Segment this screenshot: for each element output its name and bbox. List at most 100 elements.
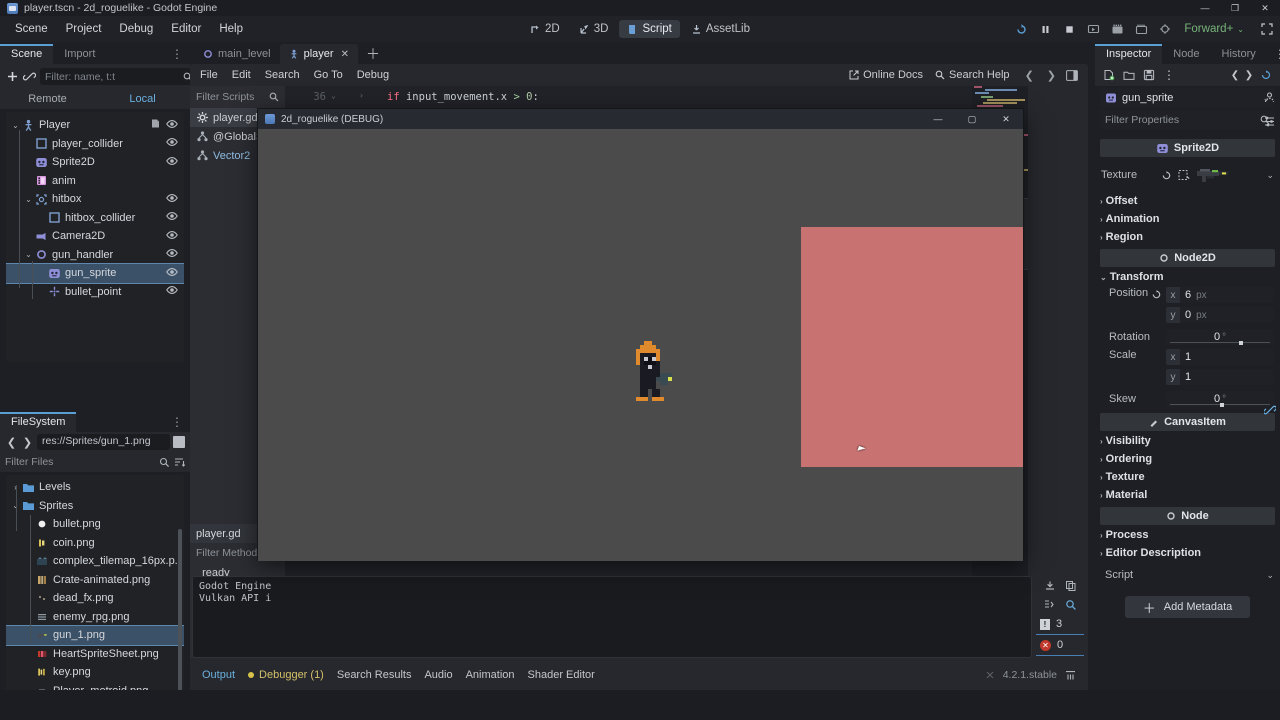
inspector-rotation-row[interactable]: Rotation 0 °	[1095, 326, 1280, 348]
inspector-scale-row[interactable]: Scale x 1 y 1	[1095, 348, 1280, 388]
messages-count[interactable]: ! 3	[1036, 614, 1084, 635]
group-caret-icon[interactable]: ›	[1100, 455, 1103, 464]
collapse-icon[interactable]	[1041, 596, 1059, 614]
scale-y-field[interactable]: y1	[1166, 369, 1274, 385]
filesystem-item-coin-png[interactable]: coin.png	[6, 534, 184, 553]
fs-path-field[interactable]: res://Sprites/gun_1.png	[37, 434, 170, 450]
scene-filter-box[interactable]	[40, 68, 198, 85]
visibility-toggle-icon[interactable]	[166, 192, 178, 207]
bottom-tab-debugger[interactable]: Debugger (1)	[248, 669, 324, 681]
renderer-selector[interactable]: Forward+ ⌄	[1178, 21, 1250, 37]
scene-tree-item-anim[interactable]: anim	[6, 172, 184, 191]
fs-filter-input[interactable]: Filter Files	[5, 456, 155, 468]
layout-editor-icon[interactable]	[1256, 18, 1278, 40]
fs-forward-button[interactable]: ❯	[21, 433, 34, 451]
scene-tab-player[interactable]: player ✕	[279, 44, 358, 64]
inspector-group-offset[interactable]: › Offset	[1095, 192, 1280, 210]
sort-icon[interactable]	[174, 457, 185, 468]
tab-import[interactable]: Import	[53, 44, 106, 64]
filesystem-item-gun-1-png[interactable]: gun_1.png	[6, 625, 184, 646]
online-docs-button[interactable]: Online Docs	[849, 69, 923, 81]
history-forward-icon[interactable]: ❯	[1243, 66, 1255, 84]
inspector-group-process[interactable]: › Process	[1095, 526, 1280, 544]
tree-expand-arrow[interactable]: ⌄	[10, 121, 21, 130]
group-caret-icon[interactable]: ›	[1100, 215, 1103, 224]
group-caret-icon[interactable]: ›	[1100, 549, 1103, 558]
run-specific-scene-icon[interactable]	[1130, 18, 1152, 40]
menu-project[interactable]: Project	[57, 20, 111, 38]
position-y-field[interactable]: y 0 px	[1166, 307, 1274, 323]
instance-scene-icon[interactable]	[23, 68, 36, 86]
skew-slider[interactable]: 0 °	[1166, 391, 1274, 407]
scene-tree[interactable]: ⌄ Player player_collider Sprite2D anim ⌄ hitbo…	[6, 112, 184, 362]
filesystem-item-heartspritesheet-png[interactable]: HeartSpriteSheet.png	[6, 645, 184, 664]
window-close-button[interactable]: ✕	[1250, 0, 1280, 16]
fs-split-mode-icon[interactable]	[173, 436, 185, 448]
scene-tree-item-camera2d[interactable]: Camera2D	[6, 227, 184, 246]
inspector-object-selector[interactable]: gun_sprite ⌄	[1100, 88, 1275, 108]
tab-inspector[interactable]: Inspector	[1095, 44, 1163, 64]
tab-node[interactable]: Node	[1162, 44, 1210, 64]
tab-filesystem[interactable]: FileSystem	[0, 412, 77, 432]
bottom-tab-output[interactable]: Output	[202, 669, 235, 681]
remote-debug-icon[interactable]	[1154, 18, 1176, 40]
load-resource-icon[interactable]	[1120, 66, 1138, 84]
visibility-toggle-icon[interactable]	[166, 247, 178, 262]
filter-search-icon[interactable]	[1062, 596, 1080, 614]
tab-remote[interactable]: Remote	[0, 89, 95, 109]
group-caret-icon[interactable]: ›	[1100, 531, 1103, 540]
script-dropdown-icon[interactable]: ⌄	[1266, 570, 1274, 581]
filesystem-item-key-png[interactable]: key.png	[6, 663, 184, 682]
search-icon[interactable]	[159, 457, 170, 468]
menu-help[interactable]: Help	[210, 20, 252, 38]
inspector-properties[interactable]: Sprite2D Texture ⌄ › Offset › Animation › Region…	[1095, 136, 1280, 626]
filesystem-item-dead-fx-png[interactable]: dead_fx.png	[6, 589, 184, 608]
mode-script-button[interactable]: Script	[619, 20, 680, 38]
menu-scene[interactable]: Scene	[6, 20, 57, 38]
inspector-group-visibility[interactable]: › Visibility	[1095, 432, 1280, 450]
scene-tab-main-level[interactable]: main_level	[194, 44, 280, 64]
tab-scene[interactable]: Scene	[0, 44, 54, 64]
inspector-filter-input[interactable]: Filter Properties	[1105, 114, 1256, 126]
run-project-icon[interactable]	[1010, 18, 1032, 40]
copy-output-icon[interactable]	[1062, 577, 1080, 595]
position-x-field[interactable]: x 6 px	[1166, 287, 1274, 303]
scene-filter-input[interactable]	[45, 70, 180, 83]
gun-texture-preview[interactable]	[1196, 166, 1232, 184]
slider-knob[interactable]	[1239, 341, 1244, 345]
resource-menu-icon[interactable]: ⋮	[1160, 66, 1178, 84]
toggle-panel-icon[interactable]	[1066, 69, 1078, 81]
script-badge-icon[interactable]	[150, 118, 161, 132]
scene-tab-close-icon[interactable]: ✕	[341, 49, 349, 60]
stop-icon[interactable]	[1058, 18, 1080, 40]
scene-tree-item-player[interactable]: ⌄ Player	[6, 116, 184, 135]
filesystem-item-complex-tilemap-16px-p---[interactable]: complex_tilemap_16px.p...	[6, 552, 184, 571]
revert-icon[interactable]	[1161, 170, 1172, 181]
group-caret-icon[interactable]: ›	[1100, 437, 1103, 446]
inspector-category-canvasitem[interactable]: CanvasItem	[1100, 413, 1275, 431]
tree-expand-arrow[interactable]: ⌄	[23, 250, 34, 259]
bottom-tab-search-results[interactable]: Search Results	[337, 669, 412, 681]
history-back-icon[interactable]: ❮	[1229, 66, 1241, 84]
inspector-position-row[interactable]: Position x 6 px y 0 px	[1095, 286, 1280, 326]
scene-tree-item-hitbox_collider[interactable]: hitbox_collider	[6, 209, 184, 228]
visibility-toggle-icon[interactable]	[166, 136, 178, 151]
inspector-group-texture[interactable]: › Texture	[1095, 468, 1280, 486]
scene-tree-item-hitbox[interactable]: ⌄ hitbox	[6, 190, 184, 209]
tab-local[interactable]: Local	[95, 89, 190, 109]
movie-record-icon[interactable]	[1106, 18, 1128, 40]
mode-assetlib-button[interactable]: AssetLib	[683, 20, 758, 38]
fold-marker-1[interactable]: ›	[359, 91, 387, 103]
scale-link-icon[interactable]	[1263, 404, 1277, 419]
script-menu-file[interactable]: File	[200, 69, 218, 81]
inspector-category-node[interactable]: Node	[1100, 507, 1275, 525]
filesystem-scrollbar[interactable]	[178, 529, 182, 699]
revert-icon[interactable]	[1151, 289, 1162, 300]
filter-scripts-bar[interactable]: Filter Scripts	[190, 86, 285, 108]
group-caret-icon[interactable]: ›	[1100, 197, 1103, 206]
new-resource-icon[interactable]	[1100, 66, 1118, 84]
window-maximize-button[interactable]: ❐	[1220, 0, 1250, 16]
menu-debug[interactable]: Debug	[110, 20, 162, 38]
filesystem-item-sprites[interactable]: ⌄Sprites	[6, 497, 184, 516]
visibility-toggle-icon[interactable]	[166, 284, 178, 299]
